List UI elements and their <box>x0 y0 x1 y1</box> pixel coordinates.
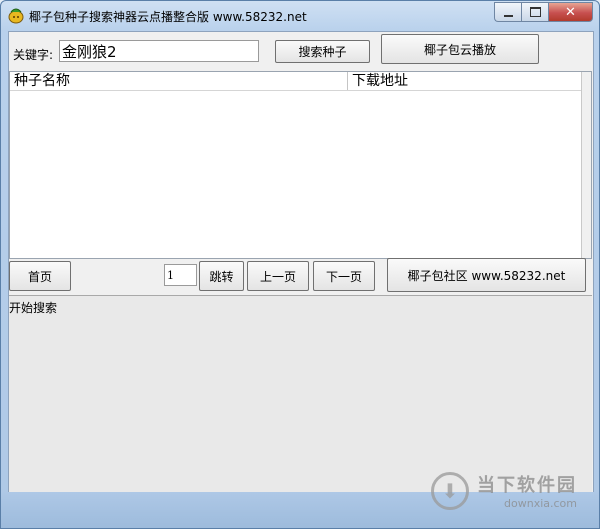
cloud-play-button[interactable]: 椰子包云播放 <box>381 34 539 64</box>
search-torrent-button[interactable]: 搜索种子 <box>275 40 370 63</box>
column-header-torrent-name[interactable]: 种子名称 <box>10 72 348 90</box>
jump-button[interactable]: 跳转 <box>199 261 244 291</box>
window-title: 椰子包种子搜索神器云点播整合版 www.58232.net <box>29 10 307 24</box>
caption-buttons: ✕ <box>494 2 593 22</box>
maximize-icon <box>529 7 541 17</box>
watermark-en: downxia.com <box>504 497 577 510</box>
keyword-value: 金刚狼2 <box>62 42 117 61</box>
first-page-button[interactable]: 首页 <box>9 261 71 291</box>
prev-page-button[interactable]: 上一页 <box>247 261 309 291</box>
coconut-app-icon <box>8 8 24 24</box>
list-scrollbar[interactable] <box>581 72 591 258</box>
app-window: 椰子包种子搜索神器云点播整合版 www.58232.net ✕ 关键字: 金刚狼… <box>0 0 600 529</box>
next-page-button[interactable]: 下一页 <box>313 261 375 291</box>
list-header: 种子名称 下载地址 <box>10 72 583 91</box>
minimize-button[interactable] <box>494 2 521 22</box>
page-number-input[interactable]: 1 <box>164 264 197 286</box>
title-bar[interactable]: 椰子包种子搜索神器云点播整合版 www.58232.net ✕ <box>1 1 599 31</box>
column-header-download-url[interactable]: 下载地址 <box>348 72 583 90</box>
download-arrow-icon: ⬇ <box>431 471 469 510</box>
page-number-value: 1 <box>167 268 174 282</box>
watermark-cn: 当下软件园 <box>477 475 577 496</box>
keyword-input[interactable]: 金刚狼2 <box>59 40 259 62</box>
status-panel: 开始搜索 <box>9 295 592 493</box>
minimize-icon <box>503 14 513 17</box>
maximize-button[interactable] <box>521 2 548 22</box>
close-button[interactable]: ✕ <box>548 2 593 22</box>
results-list[interactable]: 种子名称 下载地址 <box>9 71 592 259</box>
status-text: 开始搜索 <box>9 301 58 315</box>
keyword-label: 关键字: <box>13 48 54 62</box>
watermark: ⬇ 当下软件园 downxia.com <box>431 471 577 510</box>
close-icon: ✕ <box>565 4 576 20</box>
community-button[interactable]: 椰子包社区 www.58232.net <box>387 258 586 292</box>
client-area: 关键字: 金刚狼2 搜索种子 椰子包云播放 种子名称 下载地址 首页 1 跳转 … <box>8 31 594 494</box>
watermark-text: 当下软件园 downxia.com <box>477 471 577 510</box>
